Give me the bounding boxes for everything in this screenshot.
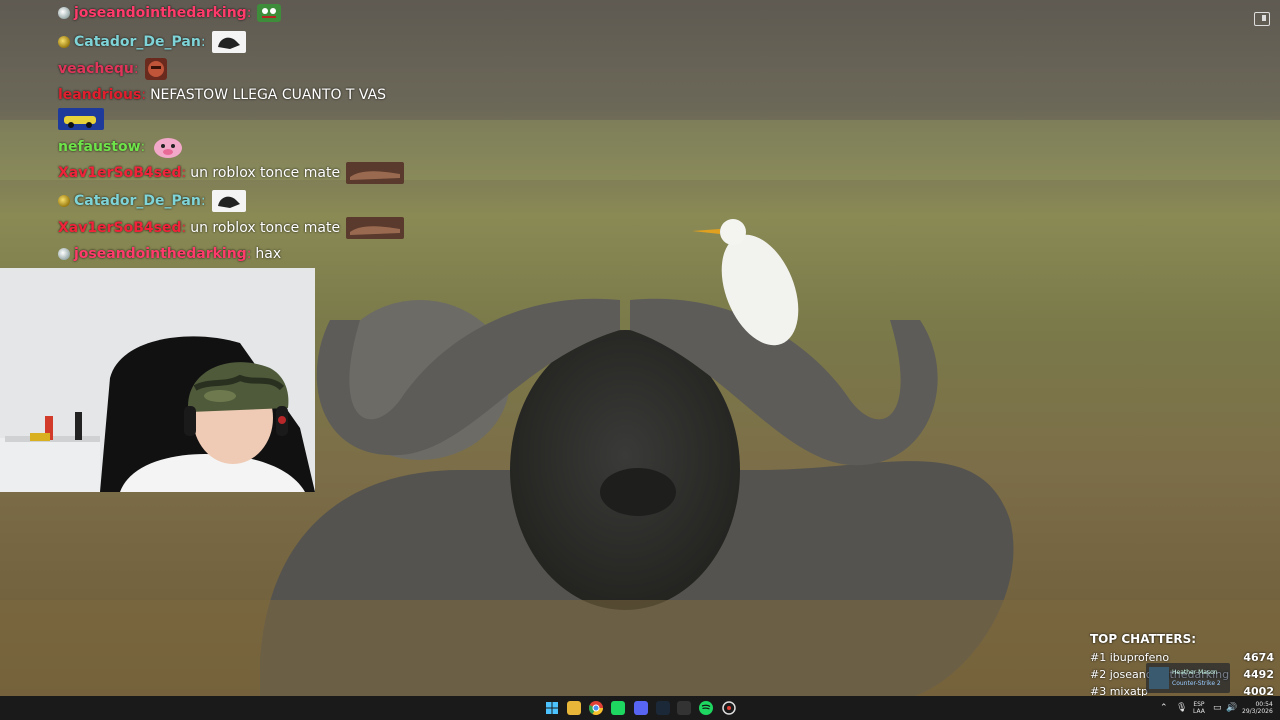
start-menu-icon[interactable] xyxy=(545,701,559,715)
game-card-title: Heather Mason xyxy=(1172,669,1218,676)
chat-username: joseandointhedarking xyxy=(74,246,247,262)
chrome-icon[interactable] xyxy=(589,701,603,715)
chat-badge-icon xyxy=(58,7,70,19)
chat-username: Xav1erSoB4sed xyxy=(58,220,182,236)
game-card-subtitle: Counter-Strike 2 xyxy=(1172,680,1221,687)
language-indicator[interactable]: ESP LAA xyxy=(1193,696,1205,720)
network-icon[interactable]: ▭ xyxy=(1213,696,1222,720)
chat-username: nefaustow xyxy=(58,139,141,155)
chat-message: nefaustow: xyxy=(58,135,185,159)
chat-message: Catador_De_Pan: xyxy=(58,190,246,212)
top-chatter-count: 4492 xyxy=(1243,668,1274,681)
frog-emote-icon xyxy=(257,4,282,22)
chat-username: leandrious xyxy=(58,87,142,103)
chat-text: un roblox tonce mate xyxy=(190,220,341,236)
game-info-card: Heather Mason Counter-Strike 2 xyxy=(1146,663,1230,693)
bird-emote-icon xyxy=(211,190,246,212)
microphone-icon[interactable]: 🎙 xyxy=(1176,696,1187,720)
chat-message: joseandointhedarking: hax xyxy=(58,246,281,262)
chat-username: joseandointhedarking xyxy=(74,5,247,21)
obs-icon[interactable] xyxy=(611,701,625,715)
chat-badge-icon xyxy=(58,248,70,260)
top-chatter-count: 4674 xyxy=(1243,651,1274,664)
chat-text: un roblox tonce mate xyxy=(190,165,341,181)
chat-text: hax xyxy=(255,246,282,262)
chat-message: veachequ: xyxy=(58,58,167,80)
chat-username: Xav1erSoB4sed xyxy=(58,165,182,181)
chat-text: NEFASTOW LLEGA CUANTO T VAS xyxy=(150,87,387,103)
chat-message: Catador_De_Pan: xyxy=(58,31,246,53)
discord-icon[interactable] xyxy=(634,701,648,715)
face-emote-icon xyxy=(144,58,167,80)
chat-badge-icon xyxy=(58,195,70,207)
chat-username: Catador_De_Pan xyxy=(74,34,201,50)
app-icon[interactable] xyxy=(722,701,736,715)
chat-badge-icon xyxy=(58,36,70,48)
chat-message: leandrious: NEFASTOW LLEGA CUANTO T VAS xyxy=(58,87,387,103)
chat-username: veachequ xyxy=(58,61,134,77)
spotify-icon[interactable] xyxy=(699,701,713,715)
top-chatters-title: TOP CHATTERS: xyxy=(1090,632,1197,646)
game-thumbnail xyxy=(1149,667,1169,689)
chat-message: Xav1erSoB4sed: un roblox tonce mate xyxy=(58,217,405,239)
steam-icon[interactable] xyxy=(656,701,670,715)
chat-username: Catador_De_Pan xyxy=(74,193,201,209)
sidebar-toggle-icon[interactable] xyxy=(1254,12,1270,26)
bird-emote-icon xyxy=(211,31,246,53)
horse-emote-icon xyxy=(346,217,405,239)
chat-emote-line xyxy=(58,108,104,130)
clock[interactable]: 00:54 29/3/2026 xyxy=(1242,696,1273,720)
tray-chevron-icon[interactable]: ⌃ xyxy=(1160,696,1168,720)
file-explorer-icon[interactable] xyxy=(567,701,581,715)
app-icon[interactable] xyxy=(677,701,691,715)
horse-emote-icon xyxy=(346,162,405,184)
volume-icon[interactable]: 🔊 xyxy=(1226,696,1237,720)
chat-message: joseandointhedarking: xyxy=(58,4,282,22)
taskbar: ⌃ 🎙 ESP LAA ▭ 🔊 00:54 29/3/2026 xyxy=(0,696,1280,720)
chat-message: Xav1erSoB4sed: un roblox tonce mate xyxy=(58,162,405,184)
car-emote-icon xyxy=(58,108,104,130)
webcam-overlay xyxy=(0,268,315,492)
pink-emote-icon xyxy=(154,138,183,158)
